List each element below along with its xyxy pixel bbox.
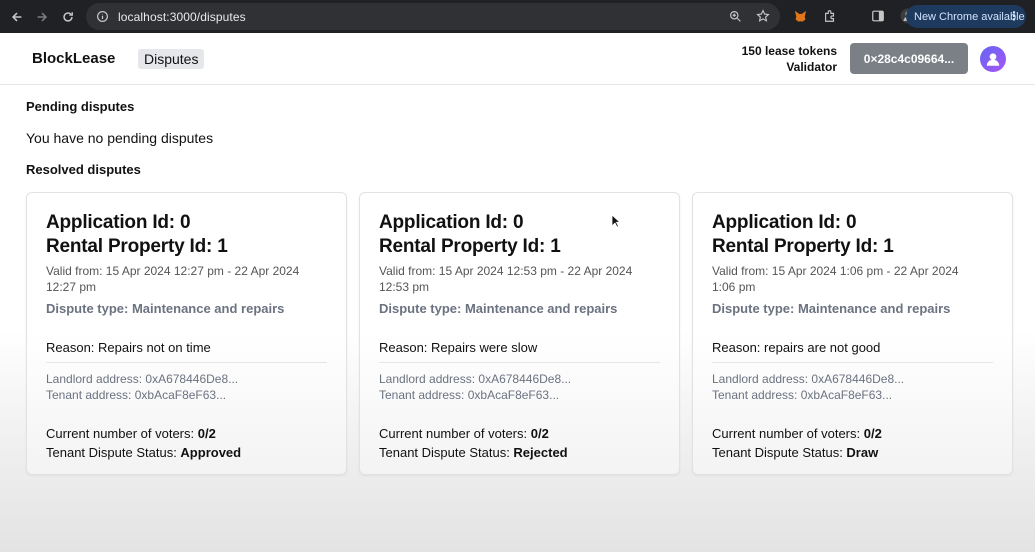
dispute-type: Dispute type: Maintenance and repairs [46,301,285,316]
wallet-address-button[interactable]: 0×28c4c09664... [850,43,968,74]
back-icon[interactable] [5,5,29,29]
dispute-card: Application Id: 0 Rental Property Id: 1 … [692,192,1013,475]
extensions-puzzle-icon[interactable] [820,6,840,26]
dispute-reason: Reason: Repairs not on time [46,340,327,363]
mouse-cursor-icon [611,214,621,228]
dispute-reason: Reason: Repairs were slow [379,340,660,363]
no-pending-message: You have no pending disputes [26,130,214,146]
user-icon [986,53,1000,66]
dispute-status-value: Approved [180,445,242,460]
reload-icon[interactable] [56,5,80,29]
landlord-address: Landlord address: 0xA678446De8... [712,372,905,386]
rental-property-id: Rental Property Id: 1 [46,236,228,257]
application-id: Application Id: 0 [712,212,857,233]
voter-count: Current number of voters: 0/2 [379,424,659,443]
voter-count-value: 0/2 [197,426,216,441]
landlord-address: Landlord address: 0xA678446De8... [379,372,572,386]
voter-count-label: Current number of voters: [379,426,531,441]
browser-toolbar: localhost:3000/disputes New Chrome avail… [0,0,1035,33]
site-info-icon[interactable] [94,9,110,25]
tenant-address: Tenant address: 0xbAcaF8eF63... [379,388,560,402]
account-info: 150 lease tokens Validator [742,43,837,75]
tenant-address: Tenant address: 0xbAcaF8eF63... [712,388,893,402]
voter-count-label: Current number of voters: [712,426,864,441]
dispute-status-label: Tenant Dispute Status: [46,445,181,460]
dispute-status-value: Draw [846,445,879,460]
more-menu-icon[interactable]: ⋮ [1008,9,1020,23]
rental-property-id: Rental Property Id: 1 [712,236,894,257]
dispute-status-label: Tenant Dispute Status: [712,445,847,460]
dispute-type: Dispute type: Maintenance and repairs [379,301,618,316]
tenant-address: Tenant address: 0xbAcaF8eF63... [46,388,227,402]
brand-logo[interactable]: BlockLease [32,50,115,67]
metamask-extension-icon[interactable] [790,6,810,26]
user-avatar[interactable] [980,46,1006,72]
token-balance: 150 lease tokens [741,44,837,58]
chrome-update-button[interactable]: New Chrome available ⋮ [906,5,1026,28]
valid-period: Valid from: 15 Apr 2024 12:27 pm - 22 Ap… [46,264,300,294]
user-role: Validator [786,60,837,74]
valid-period: Valid from: 15 Apr 2024 1:06 pm - 22 Apr… [712,264,959,294]
nav-disputes-link[interactable]: Disputes [138,49,205,69]
dispute-status: Tenant Dispute Status: Rejected [379,443,659,462]
voter-count-label: Current number of voters: [46,426,198,441]
toolbar-spacer [850,6,858,26]
dispute-status-value: Rejected [513,445,568,460]
url-text: localhost:3000/disputes [118,9,246,24]
voter-count: Current number of voters: 0/2 [46,424,326,443]
voter-count: Current number of voters: 0/2 [712,424,992,443]
voter-count-value: 0/2 [530,426,549,441]
valid-period: Valid from: 15 Apr 2024 12:53 pm - 22 Ap… [379,264,633,294]
resolved-disputes-heading: Resolved disputes [26,162,141,177]
voter-count-value: 0/2 [863,426,882,441]
app-header: BlockLease Disputes 150 lease tokens Val… [0,33,1035,85]
dispute-status-label: Tenant Dispute Status: [379,445,514,460]
address-bar[interactable]: localhost:3000/disputes [86,3,780,30]
side-panel-icon[interactable] [868,6,888,26]
dispute-card: Application Id: 0 Rental Property Id: 1 … [359,192,680,475]
forward-icon[interactable] [30,5,54,29]
bookmark-star-icon[interactable] [754,7,772,25]
rental-property-id: Rental Property Id: 1 [379,236,561,257]
landlord-address: Landlord address: 0xA678446De8... [46,372,239,386]
dispute-status: Tenant Dispute Status: Approved [46,443,326,462]
pending-disputes-heading: Pending disputes [26,99,135,114]
dispute-type: Dispute type: Maintenance and repairs [712,301,951,316]
dispute-card: Application Id: 0 Rental Property Id: 1 … [26,192,347,475]
application-id: Application Id: 0 [46,212,191,233]
zoom-icon[interactable] [726,7,744,25]
dispute-status: Tenant Dispute Status: Draw [712,443,992,462]
dispute-reason: Reason: repairs are not good [712,340,993,363]
